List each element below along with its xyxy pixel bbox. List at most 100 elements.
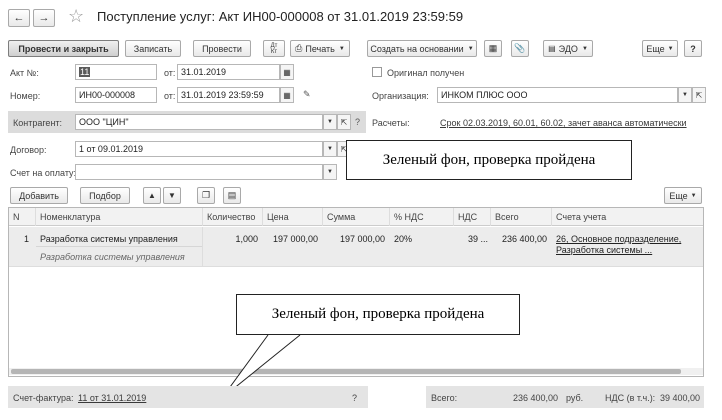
invoice-dropdown-button[interactable]: ▼	[323, 164, 337, 180]
counterparty-field[interactable]: ООО "ЦИН"	[75, 114, 323, 130]
settlements-link[interactable]: Срок 02.03.2019, 60.01, 60.02, зачет ава…	[440, 118, 687, 128]
more-button[interactable]: Еще ▼	[642, 40, 678, 57]
column-header-name[interactable]: Номенклатура	[36, 208, 203, 226]
dtkt-button[interactable]: Дт Кт	[263, 40, 285, 57]
counterparty-dropdown-button[interactable]: ▼	[323, 114, 337, 130]
select-items-button[interactable]: Подбор	[80, 187, 130, 204]
number-date-label: от:	[164, 91, 176, 101]
structure-button[interactable]: ▦	[484, 40, 502, 57]
post-and-close-button[interactable]: Провести и закрыть	[8, 40, 119, 57]
column-header-vat-rate[interactable]: % НДС	[390, 208, 454, 226]
act-date-calendar-button[interactable]: ▦	[280, 64, 294, 80]
row-name-cell[interactable]: Разработка системы управления Разработка…	[36, 227, 203, 267]
back-button[interactable]: ←	[8, 9, 30, 27]
column-header-total[interactable]: Всего	[491, 208, 552, 226]
save-button[interactable]: Записать	[125, 40, 181, 57]
chevron-down-icon: ▼	[581, 45, 588, 52]
table-row[interactable]: 1 Разработка системы управления Разработ…	[9, 227, 703, 267]
column-header-n[interactable]: N	[9, 208, 36, 226]
chevron-down-icon: ▼	[690, 192, 697, 199]
column-header-sum[interactable]: Сумма	[323, 208, 390, 226]
column-header-price[interactable]: Цена	[263, 208, 323, 226]
chevron-down-icon: ▼	[467, 45, 474, 52]
contract-label: Договор:	[10, 145, 47, 155]
chevron-down-icon: ▼	[667, 45, 674, 52]
currency-label: руб.	[566, 393, 584, 403]
arrow-up-icon: ▲	[148, 191, 156, 200]
printer-icon: ⎙	[295, 43, 303, 53]
calendar-icon: ▦	[283, 67, 291, 77]
column-header-accounts[interactable]: Счета учета	[552, 208, 703, 226]
sf-help-icon[interactable]: ?	[352, 393, 357, 403]
add-row-button[interactable]: Добавить	[10, 187, 68, 204]
counterparty-help-icon[interactable]: ?	[355, 117, 360, 127]
edo-icon: ▤	[548, 44, 556, 53]
document-icon: ▤	[227, 190, 237, 200]
annotation-callout-top: Зеленый фон, проверка пройдена	[346, 140, 632, 180]
post-button[interactable]: Провести	[193, 40, 251, 57]
row-total[interactable]: 236 400,00	[491, 234, 547, 244]
number-date-calendar-button[interactable]: ▦	[280, 87, 294, 103]
create-based-label: Создать на основании	[370, 43, 464, 54]
row-vat[interactable]: 39 ...	[454, 234, 488, 244]
edo-label: ЭДО	[558, 43, 578, 54]
print-button[interactable]: ⎙ Печать ▼	[290, 40, 350, 57]
organization-field[interactable]: ИНКОМ ПЛЮС ООО	[437, 87, 678, 103]
row-accounts-line1[interactable]: 26, Основное подразделение,	[556, 234, 681, 244]
sf-link[interactable]: 11 от 31.01.2019	[78, 393, 146, 403]
act-number-field[interactable]: 11	[75, 64, 157, 80]
act-date-field[interactable]: 31.01.2019	[177, 64, 280, 80]
original-received-checkbox[interactable]	[372, 67, 382, 77]
invoice-field[interactable]	[75, 164, 323, 180]
edo-button[interactable]: ▤ ЭДО ▼	[543, 40, 593, 57]
favorite-star-icon[interactable]: ☆	[68, 6, 84, 27]
more-label: Еще	[646, 43, 665, 54]
attachments-button[interactable]: 📎	[511, 40, 529, 57]
row-name-divider	[36, 246, 202, 247]
settlements-label: Расчеты:	[372, 118, 410, 128]
act-number-value: 11	[79, 67, 91, 77]
row-name: Разработка системы управления	[40, 234, 178, 244]
column-header-qty[interactable]: Количество	[203, 208, 263, 226]
organization-open-button[interactable]: ⇱	[692, 87, 706, 103]
contract-dropdown-button[interactable]: ▼	[323, 141, 337, 157]
number-datetime-field[interactable]: 31.01.2019 23:59:59	[177, 87, 280, 103]
row-price[interactable]: 197 000,00	[263, 234, 318, 244]
row-vat-rate[interactable]: 20%	[394, 234, 412, 244]
window-title: Поступление услуг: Акт ИН00-000008 от 31…	[97, 9, 464, 24]
row-sum[interactable]: 197 000,00	[323, 234, 385, 244]
counterparty-open-button[interactable]: ⇱	[337, 114, 351, 130]
fill-button[interactable]: ▤	[223, 187, 241, 204]
row-accounts-line2[interactable]: Разработка системы ...	[556, 245, 652, 255]
help-button[interactable]: ?	[684, 40, 702, 57]
invoice-label: Счет на оплату:	[10, 168, 77, 178]
column-header-vat[interactable]: НДС	[454, 208, 491, 226]
hierarchy-icon: ▦	[488, 43, 498, 53]
organization-dropdown-button[interactable]: ▼	[678, 87, 692, 103]
paperclip-icon: 📎	[514, 43, 526, 53]
scrollbar-thumb[interactable]	[11, 369, 681, 374]
contract-field[interactable]: 1 от 09.01.2019	[75, 141, 323, 157]
row-number: 1	[23, 234, 29, 244]
chevron-down-icon: ▼	[327, 169, 333, 175]
counterparty-label: Контрагент:	[13, 118, 63, 128]
act-date-label: от:	[164, 68, 176, 78]
move-up-button[interactable]: ▲	[143, 187, 161, 204]
row-qty[interactable]: 1,000	[203, 234, 258, 244]
chevron-down-icon: ▼	[338, 45, 345, 52]
forward-button[interactable]: →	[33, 9, 55, 27]
number-label: Номер:	[10, 91, 41, 101]
number-edit-icon[interactable]: ✎	[303, 89, 311, 100]
arrow-left-icon: ←	[13, 12, 25, 24]
horizontal-scrollbar[interactable]	[9, 368, 703, 375]
create-based-on-button[interactable]: Создать на основании ▼	[367, 40, 477, 57]
number-field[interactable]: ИН00-000008	[75, 87, 157, 103]
table-more-button[interactable]: Еще ▼	[664, 187, 702, 204]
open-icon: ⇱	[340, 117, 348, 127]
move-down-button[interactable]: ▼	[163, 187, 181, 204]
copy-icon: ❐	[201, 190, 211, 200]
total-label: Всего:	[431, 393, 458, 403]
copy-row-button[interactable]: ❐	[197, 187, 215, 204]
original-received-label: Оригинал получен	[387, 68, 465, 78]
organization-label: Организация:	[372, 91, 429, 101]
